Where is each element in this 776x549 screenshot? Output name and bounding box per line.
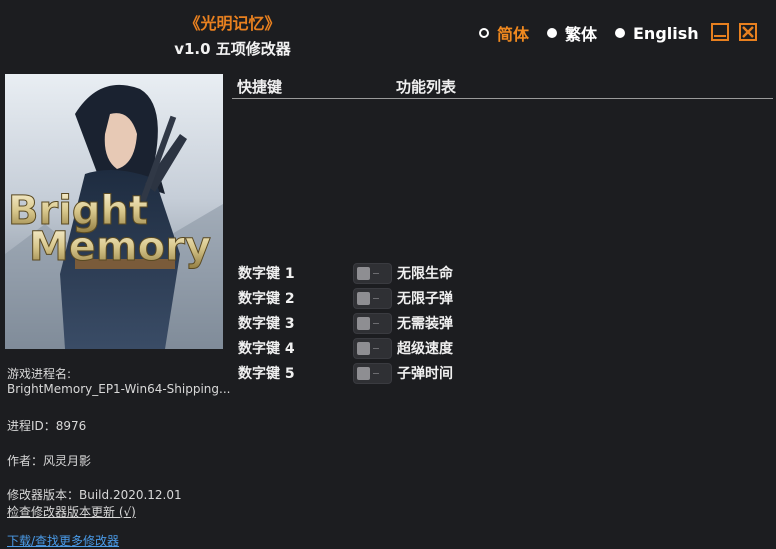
radio-selected-icon	[479, 28, 489, 38]
cover-logo-line2: Memory	[29, 224, 211, 270]
feature-label-3: 无需装弹	[397, 316, 453, 332]
hotkey-label-2: 数字键 2	[238, 291, 295, 307]
author: 作者：风灵月影	[7, 454, 92, 468]
process-label: 游戏进程名:	[7, 367, 72, 381]
feature-label-4: 超级速度	[397, 341, 453, 357]
toggle-infinite-ammo[interactable]	[353, 288, 392, 309]
check-update-link[interactable]: 检查修改器版本更新 (√)	[7, 503, 136, 520]
language-label: 繁体	[565, 25, 598, 44]
radio-unselected-icon	[615, 28, 625, 38]
toggle-super-speed[interactable]	[353, 338, 392, 359]
toggle-bullet-time[interactable]	[353, 363, 392, 384]
close-icon	[742, 26, 754, 38]
hotkey-label-4: 数字键 4	[238, 341, 295, 357]
feature-label-2: 无限子弹	[397, 291, 453, 307]
game-title: 《光明记忆》	[184, 14, 281, 33]
trainer-subtitle: v1.0 五项修改器	[174, 40, 291, 58]
feature-label-5: 子弹时间	[397, 366, 453, 382]
toggle-no-reload[interactable]	[353, 313, 392, 334]
column-header-hotkey: 快捷键	[237, 78, 283, 96]
hotkey-label-1: 数字键 1	[238, 266, 295, 282]
feature-label-1: 无限生命	[397, 266, 453, 282]
language-option-traditional[interactable]: 繁体	[547, 22, 597, 44]
minimize-icon	[714, 35, 726, 37]
language-option-english[interactable]: English	[615, 22, 699, 44]
game-cover-image: Bright Memory	[5, 74, 223, 349]
close-button[interactable]	[739, 23, 757, 41]
process-id: 进程ID：8976	[7, 419, 87, 433]
process-name: BrightMemory_EP1-Win64-Shipping...	[7, 382, 231, 396]
toggle-infinite-health[interactable]	[353, 263, 392, 284]
trainer-version: 修改器版本：Build.2020.12.01	[7, 488, 182, 502]
download-more-link[interactable]: 下载/查找更多修改器	[7, 532, 119, 549]
radio-unselected-icon	[547, 28, 557, 38]
minimize-button[interactable]	[711, 23, 729, 41]
hotkey-label-5: 数字键 5	[238, 366, 295, 382]
header-divider	[232, 98, 773, 99]
language-option-simplified[interactable]: 简体	[479, 22, 529, 44]
hotkey-label-3: 数字键 3	[238, 316, 295, 332]
language-label: 简体	[497, 25, 530, 44]
language-label: English	[633, 23, 699, 43]
column-header-features: 功能列表	[396, 78, 457, 96]
